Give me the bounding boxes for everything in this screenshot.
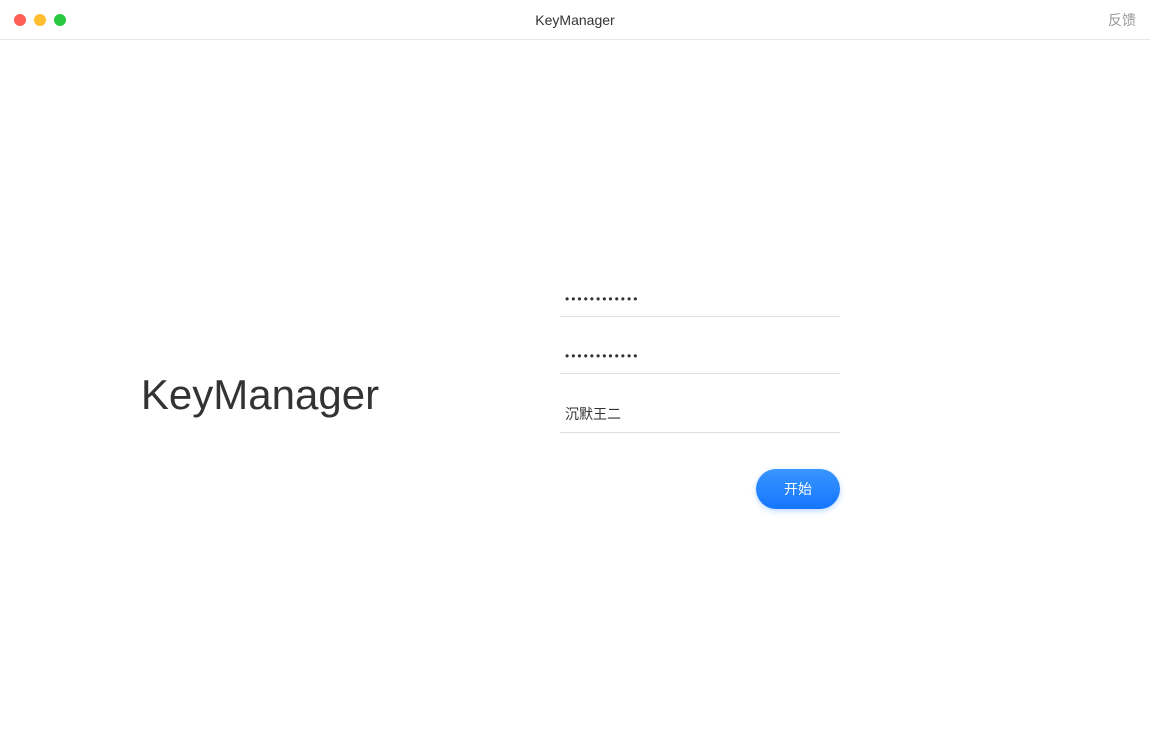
confirm-password-field[interactable] [560,339,840,374]
form-panel: 开始 [460,282,1150,509]
main-content: KeyManager 开始 [0,40,1150,750]
window-title: KeyManager [535,12,614,28]
titlebar: KeyManager 反馈 [0,0,1150,40]
close-icon[interactable] [14,14,26,26]
button-row: 开始 [560,469,840,509]
password-field[interactable] [560,282,840,317]
brand-title: KeyManager [141,371,379,419]
username-field[interactable] [560,396,840,433]
minimize-icon[interactable] [34,14,46,26]
brand-panel: KeyManager [0,371,460,419]
maximize-icon[interactable] [54,14,66,26]
start-button[interactable]: 开始 [756,469,840,509]
feedback-link[interactable]: 反馈 [1108,10,1136,30]
window-controls [14,14,66,26]
